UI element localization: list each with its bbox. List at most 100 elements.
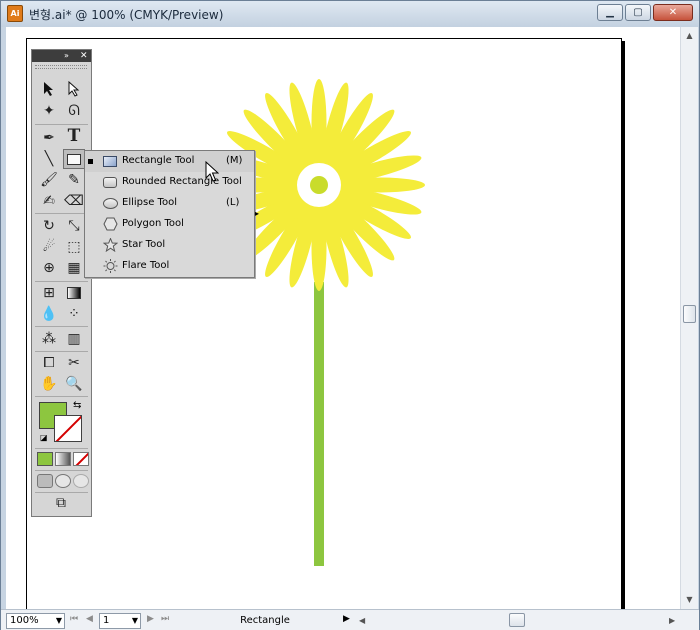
collapse-icon[interactable]: » — [64, 50, 69, 62]
flyout-item-star-tool[interactable]: Star Tool — [85, 235, 254, 256]
flyout-item-label: Rectangle Tool — [122, 155, 195, 166]
flyout-item-polygon-tool[interactable]: Polygon Tool — [85, 214, 254, 235]
mouse-cursor-icon — [205, 161, 219, 182]
minimize-button[interactable]: ▁ — [597, 4, 623, 21]
warp-tool-icon[interactable]: ☄ — [38, 237, 60, 257]
vertical-scrollbar[interactable]: ▲ ▼ — [680, 27, 698, 609]
zoom-level-field[interactable]: 100% ▼ — [6, 613, 65, 629]
rounded-rectangle-icon — [102, 175, 118, 189]
tool-separator — [35, 213, 88, 214]
panel-close-icon[interactable]: ✕ — [80, 50, 88, 62]
tool-separator — [35, 281, 88, 282]
title-bar[interactable]: Ai 변형.ai* @ 100% (CMYK/Preview) ▁ ▢ ✕ — [1, 1, 699, 27]
close-button[interactable]: ✕ — [653, 4, 693, 21]
scroll-left-arrow-icon[interactable]: ◀ — [359, 613, 365, 628]
star-icon — [102, 238, 118, 252]
illustrator-app-icon: Ai — [7, 5, 23, 22]
flower-stem[interactable] — [314, 282, 324, 566]
chevron-down-icon[interactable]: ▼ — [132, 614, 138, 628]
tool-separator — [35, 351, 88, 352]
flyout-item-flare-tool[interactable]: Flare Tool — [85, 256, 254, 277]
pencil-tool-icon[interactable]: ✎ — [63, 170, 85, 190]
draw-normal-icon[interactable] — [37, 474, 53, 488]
mesh-tool-icon[interactable]: ⊞ — [38, 283, 60, 303]
free-transform-tool-icon[interactable]: ⬚ — [63, 237, 85, 257]
tool-separator — [35, 448, 88, 449]
eraser-tool-icon[interactable]: ⌫ — [63, 191, 85, 211]
shape-tools-flyout: Rectangle Tool (M) Rounded Rectangle Too… — [84, 150, 259, 278]
color-mode-button[interactable] — [37, 452, 53, 466]
gradient-tool-icon[interactable] — [63, 283, 85, 303]
polygon-icon — [102, 217, 118, 231]
flyout-item-rectangle-tool[interactable]: Rectangle Tool (M) — [85, 151, 254, 172]
horizontal-scroll-thumb[interactable] — [509, 613, 525, 627]
line-segment-tool-icon[interactable]: ╲ — [38, 149, 60, 169]
horizontal-scrollbar[interactable]: ◀ ▶ — [359, 613, 681, 628]
rectangle-tool-icon[interactable] — [63, 149, 85, 169]
tearoff-arrow-icon[interactable]: ▸ — [255, 209, 259, 218]
flyout-item-ellipse-tool[interactable]: Ellipse Tool (L) — [85, 193, 254, 214]
shape-builder-tool-icon[interactable]: ⊕ — [38, 258, 60, 278]
eyedropper-tool-icon[interactable]: 💧 — [38, 304, 60, 324]
pen-tool-icon[interactable]: ✒ — [38, 128, 60, 148]
artboard-number-field[interactable]: 1 ▼ — [99, 613, 141, 629]
window-controls: ▁ ▢ ✕ — [597, 4, 693, 21]
none-mode-button[interactable] — [73, 452, 89, 466]
scroll-right-arrow-icon[interactable]: ▶ — [669, 613, 675, 628]
gradient-mode-button[interactable] — [55, 452, 71, 466]
maximize-button[interactable]: ▢ — [625, 4, 651, 21]
canvas-area[interactable] — [6, 27, 680, 618]
lasso-tool-icon[interactable]: ᘏ — [63, 101, 85, 121]
current-tool-status[interactable]: Rectangle — [175, 613, 355, 629]
flyout-item-label: Star Tool — [122, 239, 166, 250]
slice-tool-icon[interactable]: ✂ — [63, 353, 85, 373]
draw-inside-icon[interactable] — [73, 474, 89, 488]
rotate-tool-icon[interactable]: ↻ — [38, 216, 60, 236]
screen-mode-icon[interactable]: ⧉ — [50, 493, 72, 513]
last-artboard-icon[interactable]: ⏭ — [161, 614, 169, 624]
blend-tool-icon[interactable]: ⁘ — [63, 304, 85, 324]
draw-behind-icon[interactable] — [55, 474, 71, 488]
status-menu-arrow-icon[interactable]: ▶ — [343, 614, 350, 624]
swap-fill-stroke-icon[interactable]: ⇆ — [73, 400, 81, 411]
selected-bullet-icon — [88, 159, 93, 164]
flyout-item-rounded-rectangle-tool[interactable]: Rounded Rectangle Tool — [85, 172, 254, 193]
tools-panel-header[interactable]: » ✕ — [32, 50, 91, 62]
default-fill-stroke-icon[interactable]: ◪ — [40, 433, 48, 442]
perspective-grid-tool-icon[interactable]: ▦ — [63, 258, 85, 278]
magic-wand-tool-icon[interactable]: ✦ — [38, 101, 60, 121]
panel-grip[interactable] — [35, 65, 87, 69]
scale-tool-icon[interactable]: ⤡ — [63, 216, 85, 236]
tool-separator — [35, 326, 88, 327]
rectangle-icon — [102, 154, 118, 168]
flyout-item-label: Ellipse Tool — [122, 197, 177, 208]
chevron-down-icon[interactable]: ▼ — [56, 614, 62, 628]
paintbrush-tool-icon[interactable]: 🖌 — [38, 170, 60, 190]
artboard-number-value: 1 — [103, 615, 110, 626]
symbol-sprayer-tool-icon[interactable]: ⁂ — [38, 329, 60, 349]
tool-separator — [35, 124, 88, 125]
hand-tool-icon[interactable]: ✋ — [38, 374, 60, 394]
stroke-color-swatch[interactable] — [54, 415, 82, 442]
selection-tool-icon[interactable] — [38, 79, 60, 99]
next-artboard-icon[interactable]: ▶ — [147, 614, 154, 624]
zoom-level-value: 100% — [10, 615, 39, 626]
artboard-tool-icon[interactable]: ⧠ — [38, 353, 60, 373]
vertical-scroll-thumb[interactable] — [683, 305, 696, 323]
direct-selection-tool-icon[interactable] — [63, 79, 85, 99]
flyout-item-label: Flare Tool — [122, 260, 170, 271]
artboard-shadow — [622, 41, 625, 611]
tools-panel: » ✕ ✦ ᘏ ✒ T ╲ 🖌 ✎ ✍ ⌫ ↻ ⤡ ☄ ⬚ ⊕ ▦ ⊞ 💧 ⁘ … — [31, 49, 92, 517]
first-artboard-icon[interactable]: ⏮ — [70, 614, 78, 624]
previous-artboard-icon[interactable]: ◀ — [86, 614, 93, 624]
scroll-down-arrow-icon[interactable]: ▼ — [681, 593, 698, 607]
flower-artwork[interactable] — [206, 67, 446, 567]
zoom-tool-icon[interactable]: 🔍 — [63, 374, 85, 394]
flower-center[interactable] — [310, 176, 328, 194]
flare-icon — [102, 259, 118, 273]
blob-brush-tool-icon[interactable]: ✍ — [38, 191, 60, 211]
column-graph-tool-icon[interactable]: ▥ — [63, 329, 85, 349]
type-tool-icon[interactable]: T — [63, 126, 85, 146]
tool-separator — [35, 470, 88, 471]
scroll-up-arrow-icon[interactable]: ▲ — [681, 29, 698, 43]
